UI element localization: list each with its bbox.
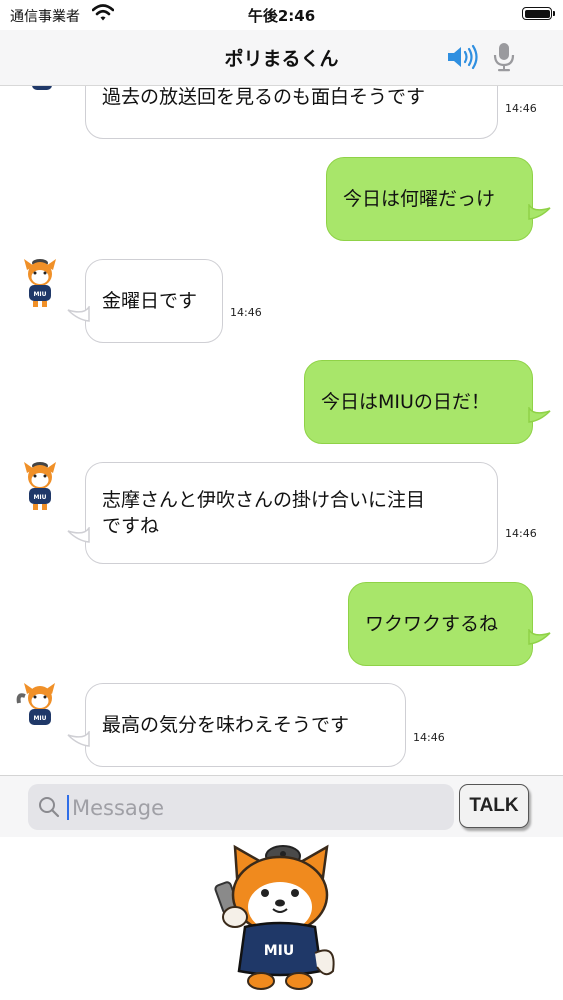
bubble-tail xyxy=(528,407,551,423)
message-text: 今日はMIUの日だ！ xyxy=(321,391,490,413)
message-field[interactable] xyxy=(28,784,454,832)
bubble-tail xyxy=(528,629,551,645)
mascot-avatar-icon: MIU xyxy=(16,683,55,725)
mascot-avatar-icon: MIU xyxy=(24,259,56,307)
message-bubble: ワクワクするね xyxy=(348,582,533,666)
message-bubble: 志摩さんと伊吹さんの掛け合いに注目 ですね xyxy=(85,462,498,564)
bubble-tail xyxy=(528,204,551,220)
mascot-avatar-icon xyxy=(32,86,52,90)
bubble-tail xyxy=(67,527,90,543)
message-time: 14:46 xyxy=(505,527,537,540)
search-icon xyxy=(39,797,60,818)
mascot-illustration: MIU xyxy=(214,844,335,990)
avatar-shirt-text: MIU xyxy=(33,494,46,501)
message-text: ワクワクするね xyxy=(365,613,499,635)
message-text: 金曜日です xyxy=(102,290,198,312)
speaker-icon[interactable] xyxy=(446,44,480,70)
message-bubble: 過去の放送回を見るのも面白そうです xyxy=(85,86,498,139)
message-bubble: 金曜日です xyxy=(85,259,223,343)
message-text: 最高の気分を味わえそうです xyxy=(102,714,350,736)
message-text-line: ですね xyxy=(102,515,160,537)
battery-icon xyxy=(522,7,555,20)
status-time: 午後2:46 xyxy=(247,7,316,25)
microphone-icon[interactable] xyxy=(492,42,516,72)
message-time: 14:46 xyxy=(413,731,445,744)
message-text-line: 志摩さんと伊吹さんの掛け合いに注目 xyxy=(102,489,426,511)
message-time: 14:46 xyxy=(505,102,537,115)
message-text: 今日は何曜だっけ xyxy=(343,188,496,210)
avatar-shirt-text: MIU xyxy=(33,715,46,722)
message-text: 過去の放送回を見るのも面白そうです xyxy=(102,86,426,108)
avatar-shirt-text: MIU xyxy=(33,291,46,298)
bubble-tail xyxy=(67,731,90,747)
chat-message-list[interactable]: 過去の放送回を見るのも面白そうです 14:46 今日は何曜だっけ MIU 金曜日… xyxy=(0,86,563,775)
mascot-avatar-icon: MIU xyxy=(24,462,56,510)
message-bubble: 最高の気分を味わえそうです xyxy=(85,683,406,767)
message-time: 14:46 xyxy=(230,306,262,319)
message-input[interactable] xyxy=(70,784,444,832)
text-caret xyxy=(67,795,69,820)
navigation-bar: ポリまるくん xyxy=(0,30,563,86)
message-bubble: 今日は何曜だっけ xyxy=(326,157,533,241)
status-bar: 通信事業者 午後2:46 xyxy=(0,0,563,30)
bubble-tail xyxy=(67,306,90,322)
mascot-shirt-text: MIU xyxy=(264,943,295,959)
message-input-bar: TALK xyxy=(0,775,563,837)
talk-button[interactable]: TALK xyxy=(459,784,529,828)
message-bubble: 今日はMIUの日だ！ xyxy=(304,360,533,444)
